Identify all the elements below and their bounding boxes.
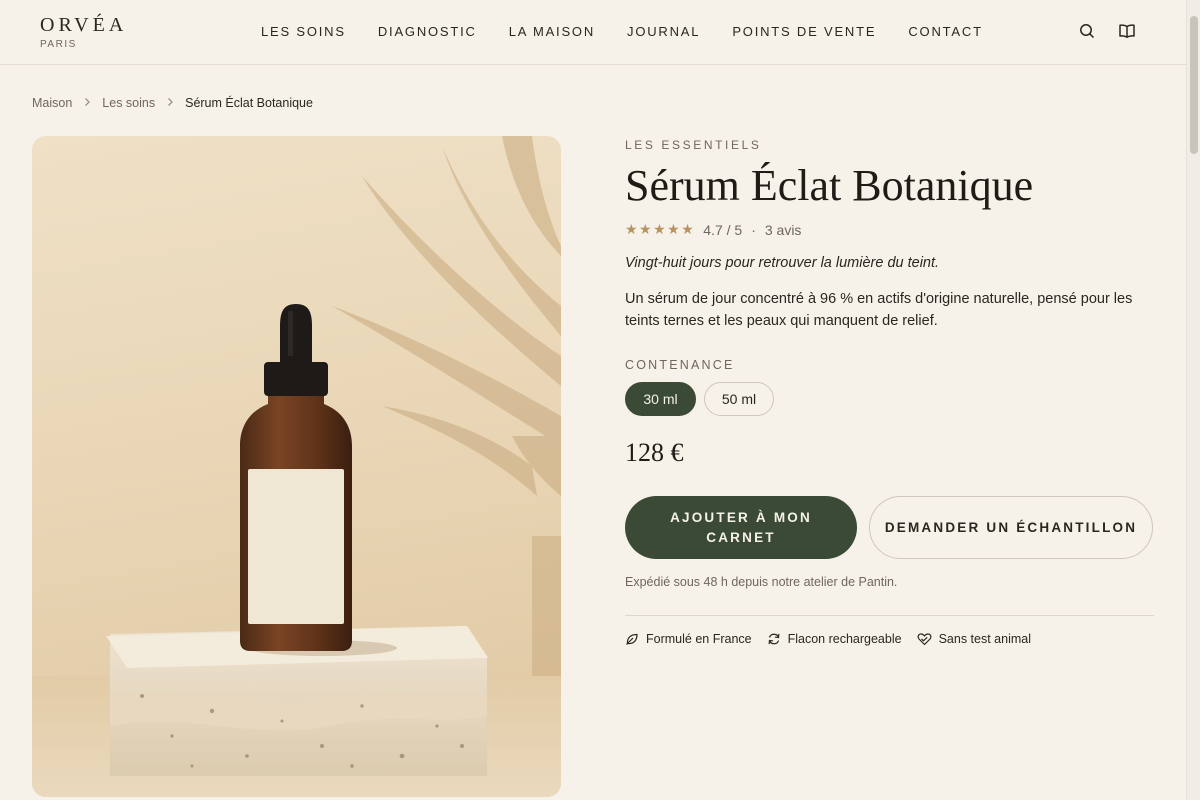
product-price: 128 € bbox=[625, 438, 684, 467]
nav-item-points-de-vente[interactable]: POINTS DE VENTE bbox=[732, 24, 876, 39]
chevron-right-icon bbox=[83, 96, 91, 110]
product-image bbox=[32, 136, 561, 797]
star-icon: ★★★★★ bbox=[625, 221, 696, 237]
product-collection: LES ESSENTIELS bbox=[625, 138, 762, 152]
breadcrumb-home[interactable]: Maison bbox=[32, 96, 72, 110]
breadcrumb-category[interactable]: Les soins bbox=[102, 96, 155, 110]
site-header: ORVÉA PARIS LES SOINS DIAGNOSTIC LA MAIS… bbox=[0, 0, 1186, 65]
brand-city: PARIS bbox=[40, 39, 77, 50]
review-count[interactable]: 3 avis bbox=[765, 222, 802, 238]
refresh-icon bbox=[768, 633, 780, 645]
nav-item-diagnostic[interactable]: DIAGNOSTIC bbox=[378, 24, 477, 39]
feature-label: Flacon rechargeable bbox=[787, 632, 902, 646]
breadcrumb-current: Sérum Éclat Botanique bbox=[185, 96, 313, 110]
leaf-icon bbox=[626, 633, 638, 645]
rating-separator: · bbox=[751, 221, 756, 238]
product-photo-illustration bbox=[32, 136, 561, 797]
feature-refillable: Flacon rechargeable bbox=[767, 632, 902, 646]
nav-item-soins[interactable]: LES SOINS bbox=[261, 24, 346, 39]
search-icon[interactable] bbox=[1078, 22, 1096, 40]
nav-item-journal[interactable]: JOURNAL bbox=[627, 24, 700, 39]
product-description: Un sérum de jour concentré à 96 % en act… bbox=[625, 291, 1133, 329]
book-icon[interactable] bbox=[1118, 22, 1136, 40]
brand-logo[interactable]: ORVÉA PARIS bbox=[40, 14, 127, 50]
product-features: Formulé en France Flacon rechargeable Sa… bbox=[625, 632, 1031, 646]
add-to-notebook-button[interactable]: AJOUTER À MON CARNET bbox=[625, 496, 857, 559]
feature-made-in-france: Formulé en France bbox=[625, 632, 752, 646]
brand-name: ORVÉA bbox=[40, 14, 128, 36]
breadcrumb: Maison Les soins Sérum Éclat Botanique bbox=[32, 96, 313, 110]
feature-label: Formulé en France bbox=[646, 632, 752, 646]
rating-value: 4.7 / 5 bbox=[703, 221, 743, 238]
product-tagline: Vingt-huit jours pour retrouver la lumiè… bbox=[625, 255, 940, 271]
size-option-30ml[interactable]: 30 ml bbox=[625, 382, 696, 416]
shipping-note: Expédié sous 48 h depuis notre atelier d… bbox=[625, 575, 898, 589]
header-actions bbox=[1078, 22, 1136, 40]
feature-cruelty-free: Sans test animal bbox=[917, 632, 1031, 646]
chevron-right-icon bbox=[166, 96, 174, 110]
page-scrollbar[interactable] bbox=[1186, 0, 1200, 800]
request-sample-button[interactable]: DEMANDER UN ÉCHANTILLON bbox=[869, 496, 1153, 559]
product-title: Sérum Éclat Botanique bbox=[625, 161, 1034, 210]
nav-item-contact[interactable]: CONTACT bbox=[908, 24, 982, 39]
heart-icon bbox=[917, 633, 932, 646]
size-option-50ml[interactable]: 50 ml bbox=[704, 382, 774, 416]
main-nav: LES SOINS DIAGNOSTIC LA MAISON JOURNAL P… bbox=[261, 24, 983, 39]
feature-label: Sans test animal bbox=[938, 632, 1031, 646]
size-label: CONTENANCE bbox=[625, 358, 735, 372]
divider bbox=[625, 615, 1154, 616]
scrollbar-thumb[interactable] bbox=[1190, 16, 1198, 154]
nav-item-maison[interactable]: LA MAISON bbox=[509, 24, 595, 39]
product-actions: AJOUTER À MON CARNET DEMANDER UN ÉCHANTI… bbox=[625, 496, 1153, 559]
size-options: 30 ml 50 ml bbox=[625, 382, 774, 416]
product-rating[interactable]: ★★★★★ 4.7 / 5 · 3 avis bbox=[625, 221, 801, 238]
